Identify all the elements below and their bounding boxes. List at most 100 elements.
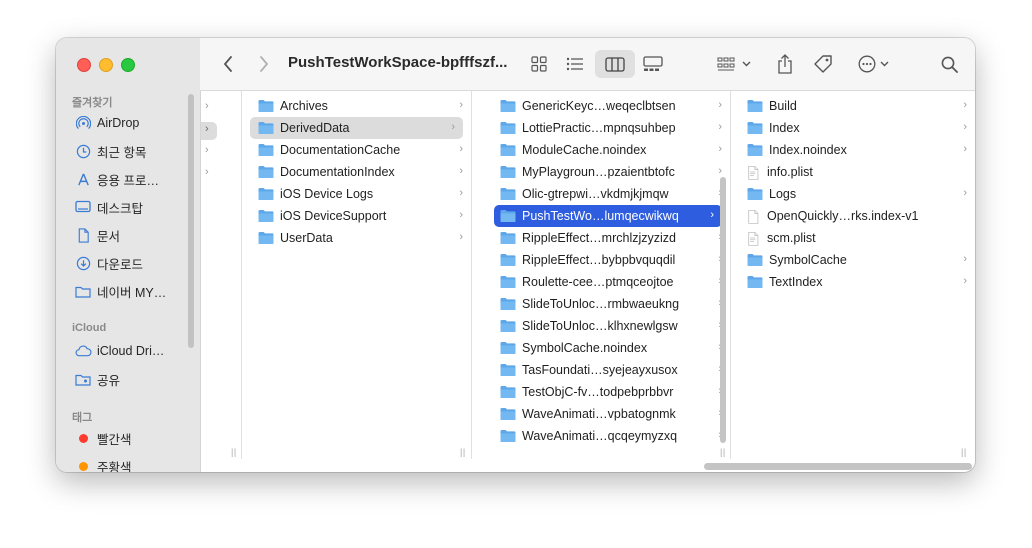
- folder-icon: [500, 386, 516, 398]
- sidebar-item-tag-orange[interactable]: 주황색: [74, 455, 132, 472]
- group-by-button[interactable]: [714, 52, 754, 76]
- column-3-scrollbar[interactable]: [720, 177, 726, 443]
- back-button[interactable]: [216, 52, 240, 76]
- sidebar-item-downloads[interactable]: 다운로드: [74, 252, 143, 274]
- chevron-right-icon: ›: [963, 275, 967, 287]
- sidebar-item-airdrop[interactable]: AirDrop: [74, 112, 139, 134]
- list-item[interactable]: RippleEffect…mrchlzjzyzizd›: [486, 227, 730, 249]
- sidebar-item-tag-red[interactable]: 빨간색: [74, 427, 132, 449]
- list-item[interactable]: DerivedData ›: [250, 117, 463, 139]
- list-item[interactable]: MyPlaygroun…pzaientbtofc ›: [486, 161, 730, 183]
- folder-icon: [500, 408, 516, 420]
- list-item[interactable]: info.plist: [731, 161, 975, 183]
- list-item[interactable]: SymbolCache ›: [731, 249, 975, 271]
- list-item[interactable]: Archives ›: [242, 95, 471, 117]
- list-item[interactable]: PushTestWo…lumqecwikwq ›: [494, 205, 722, 227]
- zoom-window-button[interactable]: [121, 58, 135, 72]
- folder-icon: [500, 100, 516, 112]
- column-resize-handle[interactable]: | |: [231, 447, 236, 457]
- file-icon: [748, 165, 759, 180]
- gallery-view-button[interactable]: [640, 52, 666, 76]
- list-item[interactable]: RippleEffect…bybpbvquqdil›: [486, 249, 730, 271]
- list-item[interactable]: Roulette-cee…ptmqceojtoe›: [486, 271, 730, 293]
- sidebar-item-documents[interactable]: 문서: [74, 224, 120, 246]
- list-item[interactable]: TextIndex ›: [731, 271, 975, 293]
- folder-icon: [747, 254, 763, 266]
- sidebar-item-applications[interactable]: 응용 프로…: [74, 168, 159, 190]
- list-item[interactable]: LottiePractic…mpnqsuhbep ›: [486, 117, 730, 139]
- sidebar-item-icloud-drive[interactable]: iCloud Dri…: [74, 340, 164, 362]
- share-button[interactable]: [772, 52, 798, 76]
- column-resize-handle[interactable]: | |: [961, 447, 966, 457]
- sidebar-item-naver-mybox[interactable]: 네이버 MY…: [74, 280, 166, 302]
- columns-icon: [605, 56, 625, 72]
- tags-button[interactable]: [810, 52, 836, 76]
- minimize-window-button[interactable]: [99, 58, 113, 72]
- search-button[interactable]: [936, 52, 962, 76]
- list-item[interactable]: iOS DeviceSupport ›: [242, 205, 471, 227]
- list-item[interactable]: Logs ›: [731, 183, 975, 205]
- sidebar-item-recents[interactable]: 최근 항목: [74, 140, 146, 162]
- sidebar-item-desktop[interactable]: 데스크탑: [74, 196, 143, 218]
- column-resize-handle[interactable]: | |: [720, 447, 725, 457]
- list-item[interactable]: Index ›: [731, 117, 975, 139]
- sidebar-item-label: 최근 항목: [97, 145, 147, 160]
- chevron-right-icon: ›: [459, 209, 463, 221]
- chevron-right-icon: ›: [718, 143, 722, 155]
- document-icon: [74, 227, 92, 243]
- list-item[interactable]: DocumentationCache ›: [242, 139, 471, 161]
- list-view-button[interactable]: [562, 52, 588, 76]
- sidebar-item-label: 응용 프로…: [97, 173, 159, 188]
- list-item[interactable]: OpenQuickly…rks.index-v1: [731, 205, 975, 227]
- list-item[interactable]: Build ›: [731, 95, 975, 117]
- folder-icon: [500, 210, 516, 222]
- list-item[interactable]: WaveAnimati…vpbatognmk›: [486, 403, 730, 425]
- list-item[interactable]: iOS Device Logs ›: [242, 183, 471, 205]
- selected-row[interactable]: ›: [201, 122, 217, 140]
- chevron-right-icon: ›: [963, 187, 967, 199]
- list-item[interactable]: TestObjC-fv…todpebprbbvr›: [486, 381, 730, 403]
- list-icon: [566, 57, 583, 71]
- folder-icon: [500, 276, 516, 288]
- horizontal-scrollbar[interactable]: [704, 463, 972, 470]
- sidebar-item-shared[interactable]: 공유: [74, 368, 120, 390]
- list-item[interactable]: UserData ›: [242, 227, 471, 249]
- list-item[interactable]: SymbolCache.noindex›: [486, 337, 730, 359]
- close-window-button[interactable]: [77, 58, 91, 72]
- chevron-right-icon: ›: [205, 144, 209, 156]
- list-item[interactable]: WaveAnimati…qcqeymyzxq›: [486, 425, 730, 447]
- list-item-label: GenericKeyc…weqeclbtsen: [522, 99, 676, 113]
- list-item[interactable]: Index.noindex ›: [731, 139, 975, 161]
- forward-button[interactable]: [252, 52, 276, 76]
- folder-icon: [500, 166, 516, 178]
- list-item[interactable]: DocumentationIndex ›: [242, 161, 471, 183]
- list-item[interactable]: SlideToUnloc…rmbwaeukng›: [486, 293, 730, 315]
- list-item[interactable]: TasFoundati…syejeayxusox›: [486, 359, 730, 381]
- chevron-right-icon: ›: [718, 121, 722, 133]
- list-item[interactable]: scm.plist: [731, 227, 975, 249]
- more-actions-button[interactable]: [854, 52, 892, 76]
- column-resize-handle[interactable]: | |: [460, 447, 465, 457]
- list-item-label: info.plist: [767, 165, 813, 179]
- column-view-button[interactable]: [595, 50, 635, 78]
- finder-window: 즐겨찾기 AirDrop 최근 항목 응용 프로… 데스크탑 문서 다운로드 네…: [56, 38, 975, 472]
- icon-view-button[interactable]: [526, 52, 552, 76]
- list-item-label: Olic-gtrepwi…vkdmjkjmqw: [522, 187, 669, 201]
- desktop-icon: [74, 200, 92, 214]
- list-item[interactable]: ModuleCache.noindex ›: [486, 139, 730, 161]
- folder-icon: [500, 430, 516, 442]
- list-item[interactable]: Olic-gtrepwi…vkdmjkjmqw›: [486, 183, 730, 205]
- list-item-label: Archives: [280, 99, 328, 113]
- chevron-right-icon: ›: [963, 121, 967, 133]
- column-4: Build › Index › Index.noindex › info.plist Logs…: [731, 91, 975, 459]
- chevron-right-icon: ›: [459, 99, 463, 111]
- list-item-label: iOS Device Logs: [280, 187, 374, 201]
- list-item-label: TestObjC-fv…todpebprbbvr: [522, 385, 674, 399]
- list-item[interactable]: SlideToUnloc…klhxnewlgsw›: [486, 315, 730, 337]
- folder-icon: [258, 210, 274, 222]
- list-item[interactable]: GenericKeyc…weqeclbtsen ›: [486, 95, 730, 117]
- sidebar-scrollbar[interactable]: [188, 94, 194, 348]
- list-item-label: SlideToUnloc…klhxnewlgsw: [522, 319, 678, 333]
- list-item-label: PushTestWo…lumqecwikwq: [522, 209, 679, 223]
- list-item-label: RippleEffect…bybpbvquqdil: [522, 253, 676, 267]
